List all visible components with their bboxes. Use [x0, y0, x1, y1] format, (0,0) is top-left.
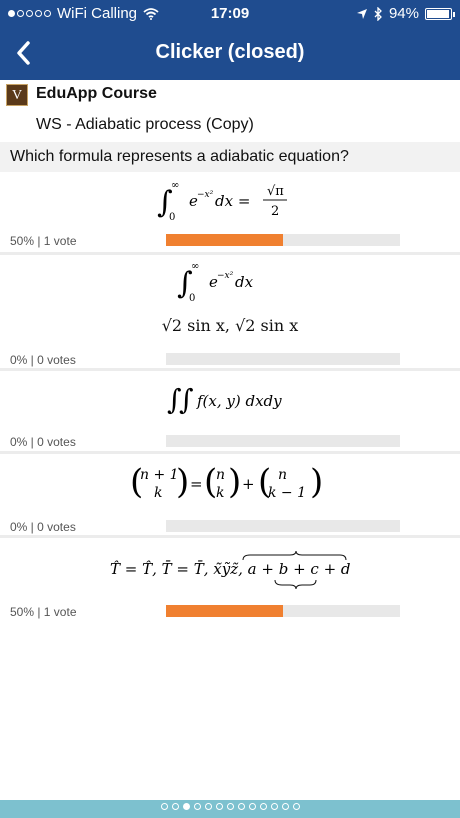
answer-option-1: ∫ ∞ 0 e −x² dx = √π 2 50% | 1 vote	[0, 172, 460, 255]
svg-text:k: k	[216, 485, 224, 501]
answer-formula-4: ( n + 1 k ) = ( n k ) + ( n k − 1 )	[0, 460, 460, 510]
answer-option-5: T̂ = T̂, T̄ = T̄, x̃ỹz̃, a + b + c + d 5…	[0, 538, 460, 624]
page-indicator-bar	[0, 800, 460, 818]
page-dot[interactable]	[248, 803, 256, 810]
svg-text:−x²: −x²	[217, 271, 234, 281]
status-bar: WiFi Calling 17:09 94%	[0, 0, 460, 28]
svg-text:n: n	[278, 467, 287, 483]
page-dot[interactable]	[204, 803, 212, 810]
svg-text:2: 2	[271, 204, 279, 219]
vote-bar-5	[166, 605, 400, 617]
answer-option-3: ∫ ∫ f(x, y) dxdy 0% | 0 votes	[0, 371, 460, 454]
answer-formula-3: ∫ ∫ f(x, y) dxdy	[0, 379, 460, 423]
page-dot[interactable]	[259, 803, 267, 810]
vote-stat-2: 0% | 0 votes	[10, 353, 76, 367]
svg-text:n + 1: n + 1	[140, 467, 179, 483]
page-dot[interactable]	[237, 803, 245, 810]
battery-percent: 94%	[388, 5, 419, 22]
vote-stat-1: 50% | 1 vote	[10, 234, 77, 248]
svg-text:∫: ∫	[179, 383, 194, 416]
svg-text:∞: ∞	[191, 261, 199, 272]
nav-bar: Clicker (closed)	[0, 28, 460, 80]
svg-text:dx =: dx =	[215, 192, 250, 210]
status-right: 94%	[356, 5, 455, 22]
vote-bar-4	[166, 520, 400, 532]
svg-text:+: +	[242, 475, 255, 493]
vote-bar-1	[166, 234, 400, 246]
answer-option-2: ∫ ∞ 0 e −x² dx √2 sin x, √2 sin x 0% | 0…	[0, 255, 460, 371]
svg-text:√π: √π	[267, 184, 284, 199]
svg-text:): )	[228, 462, 241, 502]
page-dot[interactable]	[281, 803, 289, 810]
svg-text:=: =	[190, 475, 203, 493]
vote-bar-3	[166, 435, 400, 447]
svg-text:): )	[310, 462, 323, 502]
svg-text:T̂ = T̂, T̄ = T̄, x̃ỹz̃, a + b: T̂ = T̂, T̄ = T̄, x̃ỹz̃, a + b + c + d	[110, 560, 350, 578]
course-header: V EduApp Course	[0, 80, 460, 110]
svg-text:k: k	[154, 485, 162, 501]
svg-text:∞: ∞	[171, 180, 179, 191]
worksheet-title: WS - Adiabatic process (Copy)	[36, 116, 254, 133]
svg-text:−x²: −x²	[197, 190, 214, 200]
svg-text:f(x, y) dxdy: f(x, y) dxdy	[196, 392, 282, 410]
page-dot[interactable]	[171, 803, 179, 810]
vote-stat-4: 0% | 0 votes	[10, 520, 76, 534]
course-name: EduApp Course	[36, 85, 157, 102]
vote-bar-2	[166, 353, 400, 365]
battery-icon	[425, 7, 455, 20]
question-text: Which formula represents a adiabatic equ…	[0, 142, 460, 172]
page-dot[interactable]	[226, 803, 234, 810]
svg-text:n: n	[216, 467, 225, 483]
answer-option-4: ( n + 1 k ) = ( n k ) + ( n k − 1 ) 0% |…	[0, 454, 460, 538]
svg-text:k − 1: k − 1	[268, 485, 306, 501]
bluetooth-icon	[374, 6, 382, 21]
vote-stat-3: 0% | 0 votes	[10, 435, 76, 449]
vote-stat-5: 50% | 1 vote	[10, 605, 77, 619]
page-dot[interactable]	[215, 803, 223, 810]
page-dot[interactable]	[160, 803, 168, 810]
page-title: Clicker (closed)	[155, 41, 305, 63]
page-dots	[0, 803, 460, 810]
answer-formula-2: ∫ ∞ 0 e −x² dx	[0, 259, 460, 307]
page-dot[interactable]	[270, 803, 278, 810]
svg-text:dx: dx	[235, 273, 254, 291]
page-dot[interactable]	[292, 803, 300, 810]
page-dot[interactable]	[182, 803, 190, 810]
answer-formula-1: ∫ ∞ 0 e −x² dx = √π 2	[0, 178, 460, 226]
answer-formula-2-line2: √2 sin x, √2 sin x	[161, 316, 299, 335]
course-logo: V	[6, 84, 28, 106]
svg-text:0: 0	[169, 212, 175, 222]
location-arrow-icon	[356, 8, 367, 19]
answer-formula-5: T̂ = T̂, T̄ = T̄, x̃ỹz̃, a + b + c + d	[0, 548, 460, 598]
svg-text:0: 0	[189, 293, 195, 303]
svg-text:): )	[176, 462, 189, 502]
page-dot[interactable]	[193, 803, 201, 810]
